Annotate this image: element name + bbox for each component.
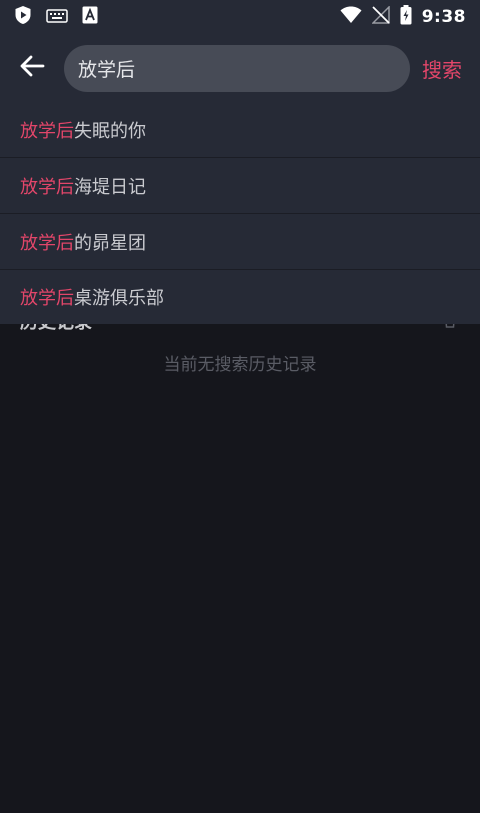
suggestion-rest: 海堤日记 <box>74 176 146 198</box>
suggestion-item[interactable]: 放学后 海堤日记 <box>0 158 480 214</box>
keyboard-icon <box>46 8 68 27</box>
search-button[interactable]: 搜索 <box>422 54 462 83</box>
suggestion-list: 放学后 失眠的你 放学后 海堤日记 放学后 的昴星团 放学后 桌游俱乐部 <box>0 102 480 324</box>
back-button[interactable] <box>0 34 64 102</box>
search-header: 搜索 <box>0 34 480 102</box>
search-input[interactable] <box>78 57 396 79</box>
suggestion-highlight: 放学后 <box>20 288 74 309</box>
suggestion-highlight: 放学后 <box>20 120 74 142</box>
wifi-icon <box>340 6 362 28</box>
suggestion-rest: 桌游俱乐部 <box>74 288 164 309</box>
shield-play-icon <box>14 5 32 29</box>
suggestion-item[interactable]: 放学后 桌游俱乐部 <box>0 270 480 324</box>
history-empty-text: 当前无搜索历史记录 <box>163 355 317 375</box>
status-bar: 9:38 <box>0 0 480 34</box>
arrow-left-icon <box>19 55 45 81</box>
no-signal-icon <box>370 5 390 28</box>
suggestion-rest: 的昴星团 <box>74 232 146 254</box>
status-time: 9:38 <box>421 7 466 27</box>
battery-charging-icon <box>400 5 412 29</box>
suggestion-item[interactable]: 放学后 的昴星团 <box>0 214 480 270</box>
suggestion-rest: 失眠的你 <box>74 120 146 142</box>
search-box[interactable] <box>64 44 410 92</box>
suggestion-highlight: 放学后 <box>20 176 74 198</box>
font-a-icon <box>82 6 98 28</box>
suggestion-item[interactable]: 放学后 失眠的你 <box>0 102 480 158</box>
search-screen: 9:38 历史记录 当前无搜索历史记录 搜索 放学后失眠的你 <box>0 0 480 813</box>
suggestion-highlight: 放学后 <box>20 232 74 254</box>
